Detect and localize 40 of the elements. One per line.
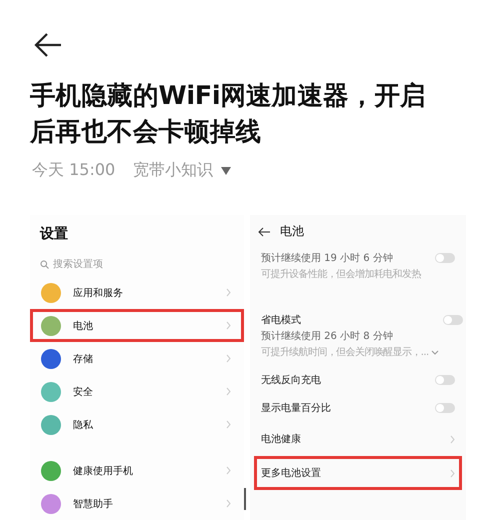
toggle-switch[interactable] (435, 375, 455, 385)
publish-time: 今天 15:00 (32, 160, 116, 181)
settings-item[interactable]: 安全 (30, 375, 244, 408)
settings-title: 设置 (38, 225, 69, 243)
settings-item[interactable]: 应用和服务 (30, 276, 244, 309)
settings-item[interactable]: 隐私 (30, 408, 244, 441)
back-arrow-icon[interactable] (34, 32, 62, 58)
settings-item[interactable]: 健康使用手机 (30, 454, 244, 487)
scrollbar (244, 488, 246, 510)
chevron-icon (226, 387, 231, 396)
settings-row[interactable]: 电池健康 (254, 422, 462, 456)
setting-label: 省电模式 (261, 314, 302, 327)
settings-item[interactable]: 电池 (30, 309, 244, 342)
chevron-icon (226, 466, 231, 475)
chevron-icon (226, 321, 231, 330)
toggle-switch[interactable] (435, 253, 455, 263)
chevron-icon (226, 499, 231, 508)
chevron-icon (226, 420, 231, 429)
search-icon (40, 260, 49, 269)
setting-label: 显示电量百分比 (261, 402, 332, 415)
setting-label: 无线反向充电 (261, 374, 322, 387)
chevron-icon (450, 468, 455, 478)
article-title: 手机隐藏的WiFi网速加速器，开启后再也不会卡顿掉线 (30, 80, 427, 149)
battery-title: 电池 (280, 223, 304, 240)
settings-item[interactable]: 智慧助手 (30, 487, 244, 520)
search-field[interactable]: 搜索设置项 (53, 259, 173, 270)
setting-description: 可提升设备性能，但会增加耗电和发热 (261, 268, 421, 281)
toggle-switch[interactable] (442, 315, 463, 325)
toggle-switch[interactable] (435, 403, 455, 413)
setting-description: 预计继续使用 26 小时 8 分钟 (261, 330, 394, 343)
expand-icon[interactable] (430, 350, 439, 354)
back-arrow-icon[interactable] (258, 226, 270, 236)
chevron-icon (226, 288, 231, 297)
chevron-icon (226, 354, 231, 363)
settings-item[interactable]: 存储 (30, 342, 244, 375)
setting-description: 可提升续航时间，但会关闭唤醒显示，... (261, 346, 429, 359)
dropdown-icon[interactable] (221, 166, 232, 174)
setting-description: 预计继续使用 19 小时 6 分钟 (261, 252, 394, 265)
chevron-icon (450, 434, 455, 444)
highlighted-row[interactable]: 更多电池设置 (254, 456, 462, 490)
